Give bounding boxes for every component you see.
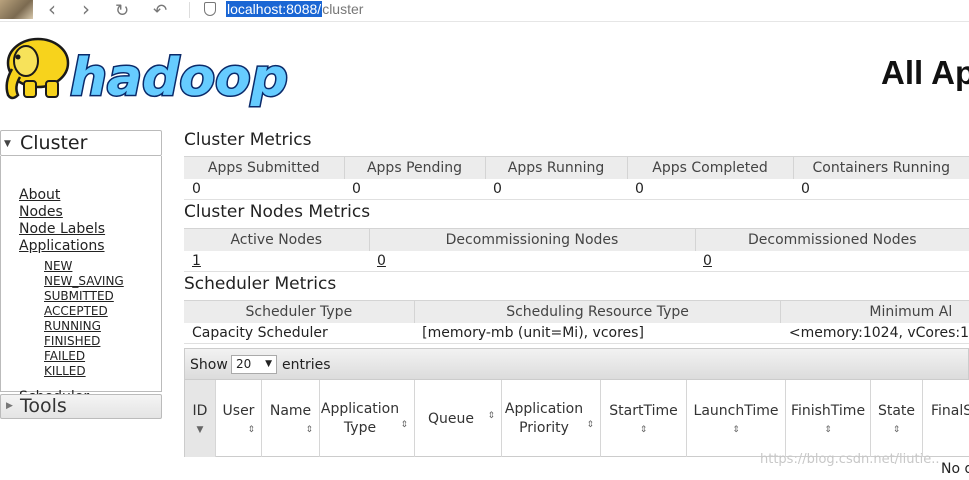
hadoop-logo[interactable]: hadoop (0, 33, 300, 110)
nodes-metrics-title: Cluster Nodes Metrics (184, 202, 371, 222)
caret-down-icon: ▼ (265, 359, 272, 369)
column-header: Containers Running (793, 156, 969, 179)
forward-arrow-icon[interactable]: › (82, 0, 90, 20)
minimum-allocation-value: <memory:1024, vCores:1 (780, 322, 969, 344)
sort-icon: ⇕ (732, 425, 740, 435)
sidebar-cluster-body: About Nodes Node Labels Applications NEW… (0, 156, 162, 405)
decommissioning-nodes-link[interactable]: 0 (377, 253, 386, 269)
browser-toolbar: ‹ › ↻ ↶ localhost:8088/cluster (0, 0, 969, 22)
shield-icon[interactable] (204, 2, 216, 16)
sidebar-link-nodes[interactable]: Nodes (19, 204, 63, 220)
column-header: Scheduling Resource Type (414, 300, 782, 323)
back-arrow-icon[interactable]: ‹ (48, 0, 56, 20)
url-path: cluster (322, 1, 364, 17)
sidebar-link-about[interactable]: About (19, 187, 60, 203)
cluster-metrics-table: Apps Submitted Apps Pending Apps Running… (184, 156, 969, 200)
column-header-launch-time[interactable]: LaunchTime ⇕ (687, 380, 786, 457)
column-header-queue[interactable]: Queue ⇕ (415, 380, 502, 457)
sort-icon: ⇕ (586, 420, 594, 430)
sidebar-tools-title: Tools (20, 395, 67, 417)
reload-icon[interactable]: ↻ (115, 0, 129, 22)
metric-value: 0 (485, 178, 627, 200)
metric-value: 0 (184, 178, 344, 200)
column-header-id[interactable]: ID ▼ (185, 380, 216, 457)
sidebar-state-submitted[interactable]: SUBMITTED (44, 289, 114, 303)
logo-text: hadoop (70, 48, 288, 108)
tab-thumbnail[interactable] (0, 0, 33, 19)
metric-value: 0 (793, 178, 969, 200)
empty-table-message: No d (941, 461, 969, 477)
sort-icon: ⇕ (305, 425, 313, 435)
sidebar-cluster-header[interactable]: ▼ Cluster (0, 130, 162, 156)
sort-icon: ⇕ (247, 425, 255, 435)
sort-icon: ⇕ (892, 425, 901, 435)
sidebar-link-node-labels[interactable]: Node Labels (19, 221, 105, 237)
scheduler-metrics-table: Scheduler Type Scheduling Resource Type … (184, 300, 969, 344)
scheduler-metrics-title: Scheduler Metrics (184, 274, 337, 294)
column-header-application-priority[interactable]: Application Priority ⇕ (502, 380, 601, 457)
column-header: Decommissioned Nodes (695, 228, 969, 251)
entries-select-value: 20 (236, 357, 252, 371)
applications-table-header: ID ▼ User ⇕ Name ⇕ Application Type ⇕ Qu… (184, 380, 969, 457)
nodes-metrics-table: Active Nodes Decommissioning Nodes Decom… (184, 228, 969, 272)
url-host: localhost:8088/ (226, 1, 323, 17)
sort-icon: ⇕ (487, 411, 495, 421)
triangle-right-icon: ▶ (6, 401, 13, 411)
show-label: Show (190, 357, 228, 373)
column-header: Apps Running (485, 156, 628, 179)
scheduler-type-value: Capacity Scheduler (184, 322, 415, 344)
watermark: https://blog.csdn.net/liutie.. (760, 452, 940, 467)
column-header: Minimum Al (780, 300, 969, 323)
sidebar-state-new[interactable]: NEW (44, 259, 72, 273)
toolbar-divider (189, 2, 190, 18)
page-title: All Ap (881, 54, 969, 91)
elephant-icon (5, 37, 70, 100)
column-header: Scheduler Type (184, 300, 415, 323)
cluster-metrics-title: Cluster Metrics (184, 130, 312, 150)
sidebar-state-new-saving[interactable]: NEW_SAVING (44, 274, 124, 288)
metric-value: 0 (344, 178, 485, 200)
column-header-start-time[interactable]: StartTime ⇕ (601, 380, 687, 457)
active-nodes-link[interactable]: 1 (192, 253, 201, 269)
table-length-bar: Show 20 ▼ entries (184, 348, 969, 380)
column-header: Active Nodes (184, 228, 370, 251)
column-header: Apps Completed (627, 156, 794, 179)
decommissioned-nodes-link[interactable]: 0 (703, 253, 712, 269)
entries-label: entries (282, 357, 331, 373)
metric-value: 0 (627, 178, 793, 200)
address-bar[interactable]: localhost:8088/cluster (226, 1, 363, 18)
undo-icon[interactable]: ↶ (153, 0, 167, 22)
column-header-finish-time[interactable]: FinishTime ⇕ (786, 380, 871, 457)
sidebar-state-killed[interactable]: KILLED (44, 364, 86, 378)
column-header-name[interactable]: Name ⇕ (262, 380, 320, 457)
sort-icon: ⇕ (639, 425, 648, 435)
column-header-state[interactable]: State ⇕ (871, 380, 923, 457)
sidebar: ▼ Cluster About Nodes Node Labels Applic… (0, 130, 162, 419)
sort-desc-icon: ▼ (196, 425, 204, 435)
sidebar-state-finished[interactable]: FINISHED (44, 334, 100, 348)
sidebar-tools-header[interactable]: ▶ Tools (0, 394, 162, 419)
triangle-down-icon: ▼ (4, 139, 11, 149)
column-header: Decommissioning Nodes (369, 228, 696, 251)
sidebar-link-applications[interactable]: Applications (19, 238, 105, 254)
scheduling-resource-value: [memory-mb (unit=Mi), vcores] (414, 322, 781, 344)
sidebar-state-failed[interactable]: FAILED (44, 349, 85, 363)
column-header: Apps Submitted (184, 156, 345, 179)
entries-select[interactable]: 20 ▼ (231, 355, 277, 374)
sort-icon: ⇕ (824, 425, 832, 435)
sidebar-state-running[interactable]: RUNNING (44, 319, 101, 333)
column-header-user[interactable]: User ⇕ (216, 380, 262, 457)
sort-icon: ⇕ (400, 420, 408, 430)
sidebar-cluster-title: Cluster (20, 132, 88, 154)
column-header-final-status[interactable]: FinalS (923, 380, 969, 457)
column-header: Apps Pending (344, 156, 486, 179)
sidebar-state-accepted[interactable]: ACCEPTED (44, 304, 108, 318)
column-header-application-type[interactable]: Application Type ⇕ (320, 380, 415, 457)
